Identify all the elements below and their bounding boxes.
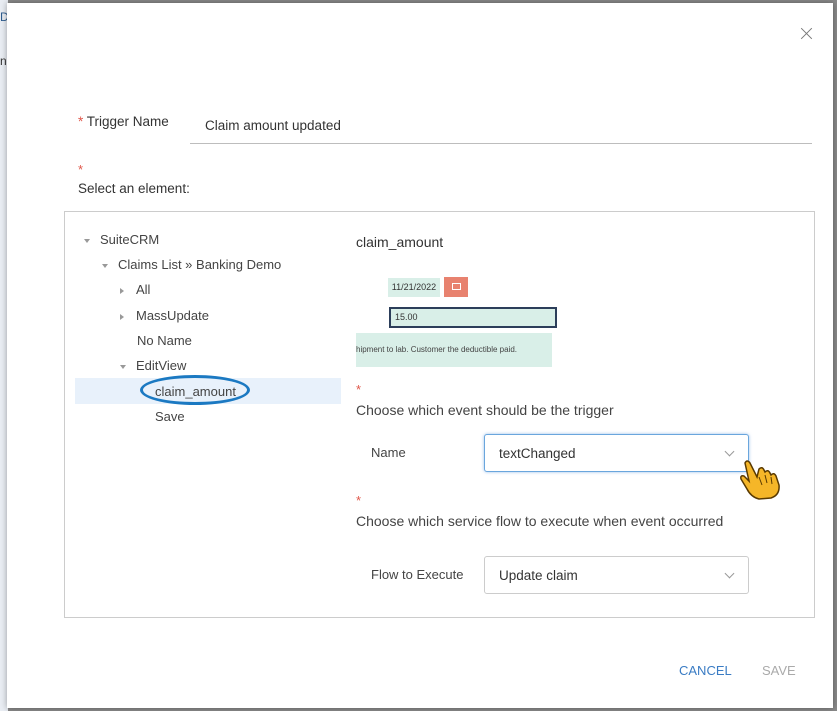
trigger-dialog: * Trigger Name Claim amount updated * Se… — [7, 3, 833, 708]
collapse-icon[interactable] — [120, 287, 124, 294]
tree-item-claims-list[interactable]: Claims List » Banking Demo — [102, 257, 281, 272]
expand-icon[interactable] — [102, 263, 108, 268]
element-panel: SuiteCRM Claims List » Banking Demo All … — [64, 211, 815, 618]
preview-amount-field: 15.00 — [389, 307, 557, 328]
tree-item-no-name[interactable]: No Name — [137, 333, 192, 348]
tree-item-save[interactable]: Save — [155, 409, 185, 424]
chevron-down-icon — [724, 446, 735, 457]
tree-item-massupdate[interactable]: MassUpdate — [120, 308, 209, 323]
tree-item-suitecrm[interactable]: SuiteCRM — [84, 232, 159, 247]
tree-item-label: EditView — [136, 358, 187, 373]
event-heading: Choose which event should be the trigger — [356, 402, 614, 418]
close-icon[interactable] — [798, 25, 816, 43]
collapse-icon[interactable] — [120, 313, 124, 320]
event-name-label: Name — [371, 445, 406, 460]
tree-item-label: Claims List » Banking Demo — [118, 257, 282, 272]
element-title: claim_amount — [356, 234, 444, 250]
tree-item-label: MassUpdate — [136, 308, 209, 323]
event-name-select[interactable]: textChanged — [484, 434, 749, 472]
trigger-name-input[interactable]: Claim amount updated — [190, 107, 812, 144]
preview-date-field: 11/21/2022 — [388, 278, 440, 297]
calendar-icon — [444, 277, 468, 297]
tree-item-label: SuiteCRM — [100, 232, 160, 247]
flow-select[interactable]: Update claim — [484, 556, 749, 594]
required-mark: * — [356, 382, 362, 397]
trigger-name-value: Claim amount updated — [205, 118, 341, 133]
preview-notes-field: hipment to lab. Customer the deductible … — [356, 333, 552, 367]
save-button[interactable]: SAVE — [762, 663, 796, 678]
chevron-down-icon — [724, 568, 735, 579]
cancel-button[interactable]: CANCEL — [679, 663, 732, 678]
flow-label: Flow to Execute — [371, 567, 464, 582]
required-mark: * — [356, 493, 362, 508]
expand-icon[interactable] — [120, 364, 126, 369]
highlight-oval — [140, 375, 250, 405]
required-mark: * — [78, 114, 84, 129]
required-mark: * — [78, 162, 84, 177]
trigger-name-label-text: Trigger Name — [86, 114, 169, 129]
backdrop-text: n — [0, 54, 7, 68]
flow-value: Update claim — [499, 568, 578, 583]
tree-item-all[interactable]: All — [120, 282, 150, 297]
expand-icon[interactable] — [84, 238, 90, 243]
element-preview: 11/21/2022 15.00 hipment to lab. Custome… — [356, 274, 557, 367]
event-name-value: textChanged — [499, 446, 576, 461]
tree-item-editview[interactable]: EditView — [120, 358, 186, 373]
select-element-label: Select an element: — [78, 181, 190, 196]
hand-pointer-icon — [740, 460, 780, 500]
trigger-name-label: * Trigger Name — [78, 114, 169, 129]
flow-heading: Choose which service flow to execute whe… — [356, 513, 724, 529]
tree-item-label: All — [136, 282, 151, 297]
